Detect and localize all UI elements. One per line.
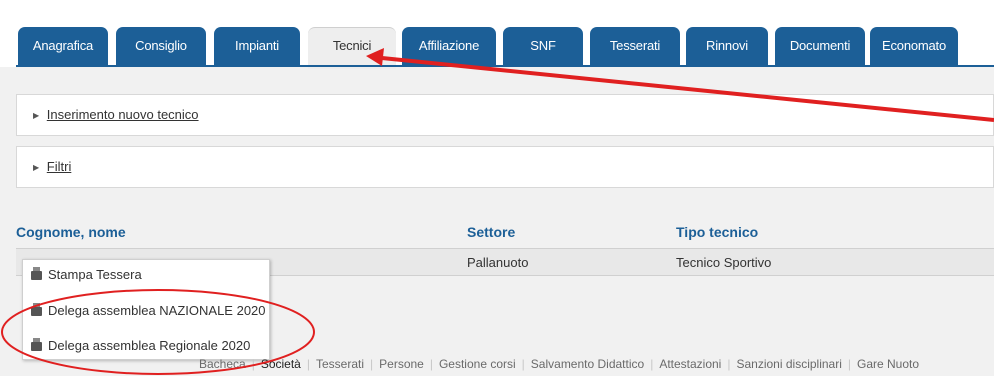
menu-item-label: Stampa Tessera (48, 267, 142, 282)
separator: | (727, 357, 731, 371)
separator: | (521, 357, 525, 371)
tab-anagrafica[interactable]: Anagrafica (18, 27, 108, 65)
printer-icon (31, 338, 42, 351)
menu-item-label: Delega assemblea NAZIONALE 2020 (48, 303, 266, 318)
tab-affiliazione[interactable]: Affiliazione (402, 27, 496, 65)
tab-impianti[interactable]: Impianti (214, 27, 300, 65)
filters-panel[interactable]: ▶ Filtri (16, 146, 994, 188)
insert-technician-panel[interactable]: ▶ Inserimento nuovo tecnico (16, 94, 994, 136)
cell-settore: Pallanuoto (467, 255, 529, 270)
tab-documenti[interactable]: Documenti (775, 27, 865, 65)
footer-link-bacheca[interactable]: Bacheca (199, 357, 246, 371)
footer-nav: Bacheca | Società | Tesserati | Persone | Gestio… (199, 357, 919, 375)
separator: | (251, 357, 255, 371)
menu-item-delega-regionale[interactable]: Delega assemblea Regionale 2020 (31, 335, 250, 357)
tab-tecnici[interactable]: Tecnici (308, 27, 396, 69)
footer-link-sanzioni-disciplinari[interactable]: Sanzioni disciplinari (736, 357, 841, 371)
footer-link-societa[interactable]: Società (261, 357, 301, 371)
footer-link-gare-nuoto[interactable]: Gare Nuoto (857, 357, 919, 371)
tab-consiglio[interactable]: Consiglio (116, 27, 206, 65)
menu-item-delega-nazionale[interactable]: Delega assemblea NAZIONALE 2020 (31, 300, 266, 322)
filters-link[interactable]: Filtri (47, 159, 72, 174)
footer-link-attestazioni[interactable]: Attestazioni (659, 357, 721, 371)
tab-rinnovi[interactable]: Rinnovi (686, 27, 768, 65)
tab-tesserati[interactable]: Tesserati (590, 27, 680, 65)
menu-item-stampa-tessera[interactable]: Stampa Tessera (31, 264, 142, 286)
printer-icon (31, 267, 42, 280)
header-cognome-nome[interactable]: Cognome, nome (16, 224, 126, 244)
footer-link-gestione-corsi[interactable]: Gestione corsi (439, 357, 516, 371)
tab-economato[interactable]: Economato (870, 27, 958, 65)
cell-tipo-tecnico: Tecnico Sportivo (676, 255, 772, 270)
tab-underline (16, 65, 994, 67)
printer-icon (31, 303, 42, 316)
footer-link-persone[interactable]: Persone (379, 357, 424, 371)
tab-snf[interactable]: SNF (503, 27, 583, 65)
separator: | (429, 357, 433, 371)
expand-triangle-icon: ▶ (33, 111, 40, 120)
menu-item-label: Delega assemblea Regionale 2020 (48, 338, 251, 353)
separator: | (370, 357, 374, 371)
separator: | (650, 357, 654, 371)
separator: | (847, 357, 851, 371)
context-menu: Stampa Tessera Delega assemblea NAZIONAL… (22, 259, 270, 360)
tab-bar: Anagrafica Consiglio Impianti Tecnici Af… (0, 0, 994, 69)
separator: | (306, 357, 310, 371)
footer-link-tesserati[interactable]: Tesserati (316, 357, 364, 371)
header-tipo-tecnico[interactable]: Tipo tecnico (676, 224, 758, 244)
header-settore[interactable]: Settore (467, 224, 515, 244)
footer-link-salvamento-didattico[interactable]: Salvamento Didattico (531, 357, 644, 371)
expand-triangle-icon: ▶ (33, 163, 40, 172)
insert-technician-link[interactable]: Inserimento nuovo tecnico (47, 107, 199, 122)
